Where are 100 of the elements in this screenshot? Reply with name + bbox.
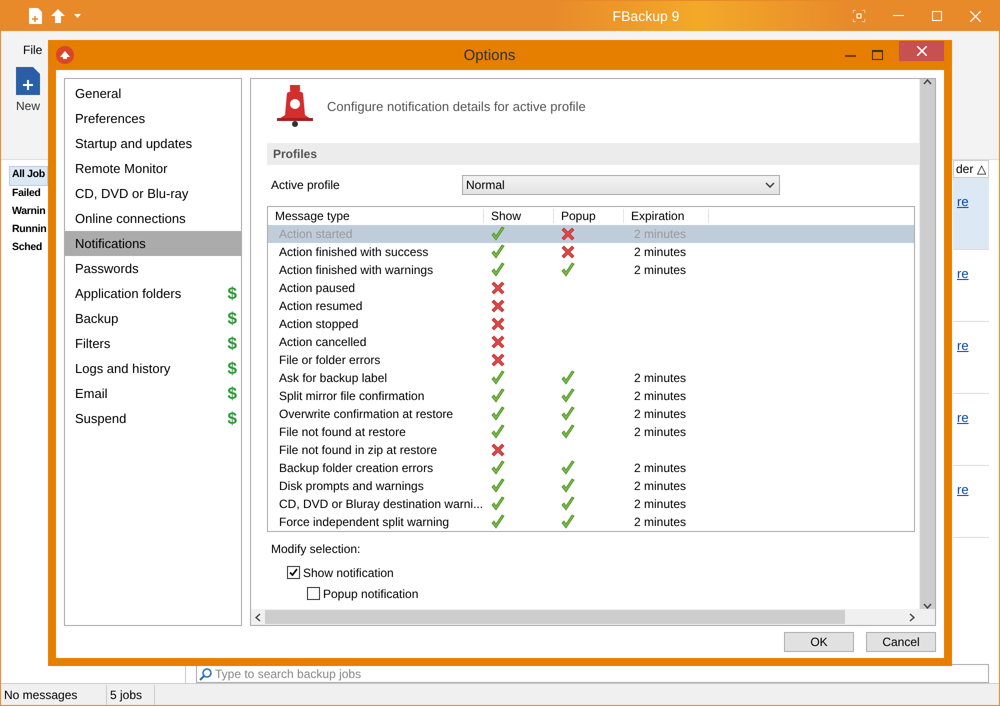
job-filter-item[interactable]: Runnin <box>10 222 48 240</box>
close-button[interactable] <box>899 41 944 61</box>
expiration-cell-text: 2 minutes <box>633 263 688 277</box>
nav-item[interactable]: General <box>65 81 241 106</box>
nav-item[interactable]: Suspend $ <box>65 406 241 431</box>
minimize-icon[interactable] <box>845 54 856 56</box>
nav-item[interactable]: Online connections <box>65 206 241 231</box>
column-header[interactable]: Popup <box>554 209 624 223</box>
table-row[interactable]: Action resumed <box>268 297 914 315</box>
nav-item[interactable]: Passwords <box>65 256 241 281</box>
status-text: No messages <box>1 684 107 704</box>
maximize-icon[interactable] <box>872 50 883 60</box>
heading-text: Configure notification details for active profile <box>327 98 586 114</box>
cross-icon <box>490 352 506 368</box>
dollar-icon: $ <box>228 308 237 328</box>
table-row[interactable]: File or folder errors <box>268 351 914 369</box>
minimize-icon[interactable] <box>893 15 904 17</box>
cross-icon <box>490 442 506 458</box>
table-row[interactable]: Action stopped <box>268 315 914 333</box>
nav-item[interactable]: Logs and history $ <box>65 356 241 381</box>
message-type-cell-text: File not found at restore <box>278 425 407 439</box>
dollar-icon: $ <box>228 408 237 428</box>
table-row[interactable]: Split mirror file confirmation 2 minutes <box>268 387 914 405</box>
table-row[interactable]: File not found at restore 2 minutes <box>268 423 914 441</box>
nav-item[interactable]: Remote Monitor <box>65 156 241 181</box>
message-type-cell-text: Action started <box>278 227 354 241</box>
close-icon[interactable] <box>970 10 981 22</box>
nav-item[interactable]: Application folders $ <box>65 281 241 306</box>
expiration-cell-text: 2 minutes <box>633 407 688 421</box>
chevron-up-icon[interactable] <box>923 79 932 85</box>
dialog-button[interactable]: Cancel <box>866 632 936 652</box>
dialog-button[interactable]: OK <box>784 632 854 652</box>
column-header[interactable]: Show <box>484 209 554 223</box>
message-type-cell-text: Action stopped <box>278 317 360 331</box>
expiration-cell-text: 2 minutes <box>633 245 688 259</box>
expiration-cell-text: 2 minutes <box>633 461 688 475</box>
chevron-right-icon[interactable] <box>909 612 915 622</box>
job-link[interactable]: re <box>957 338 969 353</box>
table-row[interactable]: Ask for backup label 2 minutes <box>268 369 914 387</box>
horizontal-scrollbar[interactable] <box>251 609 919 625</box>
job-filter-item[interactable]: All Job <box>9 166 48 186</box>
job-link[interactable]: re <box>957 410 969 425</box>
check-icon <box>490 370 506 386</box>
expiration-cell-text: 2 minutes <box>633 371 688 385</box>
table-row[interactable]: Force independent split warning 2 minutes <box>268 513 914 531</box>
table-row[interactable]: Action cancelled <box>268 333 914 351</box>
column-header[interactable]: Message type <box>268 209 484 223</box>
message-type-cell-text: Force independent split warning <box>278 515 450 529</box>
new-file-icon[interactable] <box>29 8 42 24</box>
nav-item[interactable]: CD, DVD or Blu-ray <box>65 181 241 206</box>
message-type-cell-text: Split mirror file confirmation <box>278 389 426 403</box>
table-row[interactable]: Action paused <box>268 279 914 297</box>
dollar-icon: $ <box>228 384 237 404</box>
job-link[interactable]: re <box>957 482 969 497</box>
window-title: FBackup 9 <box>612 8 680 24</box>
search-icon <box>199 666 213 680</box>
cross-icon <box>560 244 576 260</box>
message-type-cell-text: Overwrite confirmation at restore <box>278 407 454 421</box>
nav-item[interactable]: Preferences <box>65 106 241 131</box>
dollar-icon: $ <box>228 358 237 378</box>
check-icon <box>490 514 506 530</box>
table-row[interactable]: CD, DVD or Bluray destination warni... 2 minutes <box>268 495 914 513</box>
check-icon <box>560 478 576 494</box>
column-header[interactable]: der △ <box>953 160 989 178</box>
notification-checkbox[interactable]: Popup notification <box>307 583 418 604</box>
job-link[interactable]: re <box>957 194 969 209</box>
column-header[interactable]: Expiration <box>624 209 709 223</box>
check-icon <box>560 406 576 422</box>
chevron-down-icon[interactable] <box>923 603 932 609</box>
dialog-title: Options <box>462 46 516 64</box>
check-icon <box>490 406 506 422</box>
nav-item[interactable]: Email $ <box>65 381 241 406</box>
message-type-cell-text: Action finished with success <box>278 245 430 259</box>
nav-item[interactable]: Backup $ <box>65 306 241 331</box>
profile-dropdown[interactable]: Normal <box>462 175 780 195</box>
notification-checkbox[interactable]: Show notification <box>287 562 394 583</box>
table-row[interactable]: Backup folder creation errors 2 minutes <box>268 459 914 477</box>
chevron-left-icon[interactable] <box>255 612 261 622</box>
new-button[interactable]: New <box>13 67 43 113</box>
job-filter-item[interactable]: Warnin <box>10 204 48 222</box>
job-filter-item[interactable]: Failed <box>10 186 43 204</box>
message-type-cell-text: File or folder errors <box>278 353 382 367</box>
caret-icon[interactable] <box>74 14 81 18</box>
up-arrow-icon[interactable] <box>50 8 66 24</box>
table-row[interactable]: File not found in zip at restore <box>268 441 914 459</box>
check-icon <box>560 370 576 386</box>
table-row[interactable]: Action finished with success 2 minutes <box>268 243 914 261</box>
nav-item[interactable]: Startup and updates <box>65 131 241 156</box>
job-filter-item[interactable]: Sched <box>10 240 44 258</box>
vertical-scrollbar[interactable] <box>919 79 935 609</box>
table-row[interactable]: Action finished with warnings 2 minutes <box>268 261 914 279</box>
nav-item[interactable]: Filters $ <box>65 331 241 356</box>
focus-icon[interactable] <box>853 10 865 22</box>
expiration-cell-text: 2 minutes <box>633 479 688 493</box>
cross-icon <box>560 226 576 242</box>
file-menu-tab[interactable]: File <box>13 31 42 61</box>
job-link[interactable]: re <box>957 266 969 281</box>
table-row[interactable]: Disk prompts and warnings 2 minutes <box>268 477 914 495</box>
table-row[interactable]: Overwrite confirmation at restore 2 minutes <box>268 405 914 423</box>
nav-item[interactable]: Notifications <box>65 231 241 256</box>
